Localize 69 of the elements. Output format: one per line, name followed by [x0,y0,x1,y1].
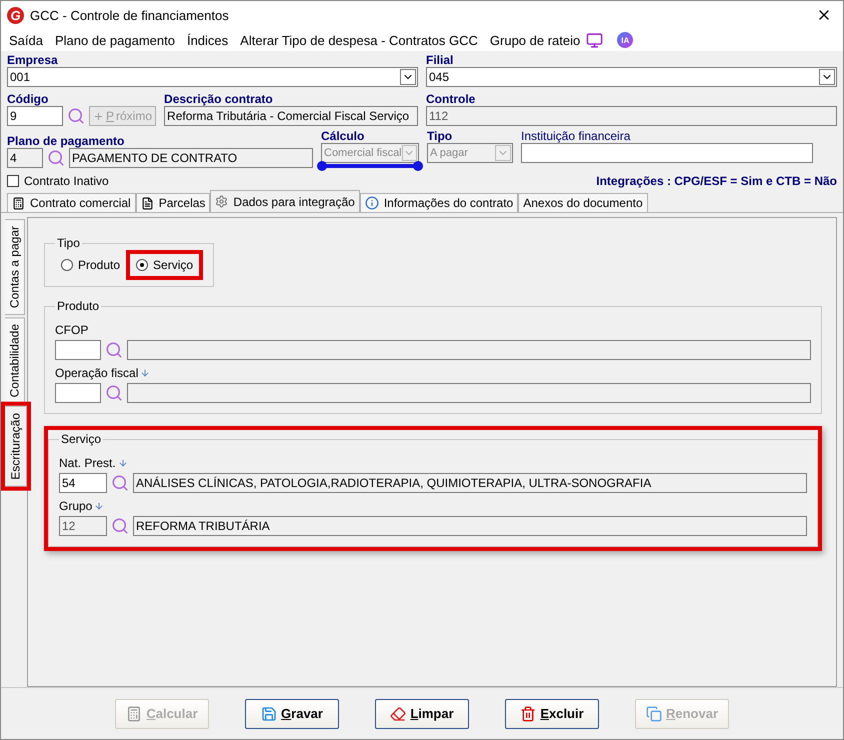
menu-item[interactable]: Saída [3,32,49,48]
integration-status: Integrações : CPG/ESF = Sim e CTB = Não [596,174,837,188]
action-button[interactable]: Excluir [505,698,599,728]
side-tab[interactable]: Contas a pagar [5,219,25,316]
code-field[interactable]: 54 [59,473,107,493]
description-field: REFORMA TRIBUTÁRIA [133,516,807,536]
cfop-field[interactable] [55,340,101,360]
description-field: ANÁLISES CLÍNICAS, PATOLOGIA,RADIOTERAPIA, QUIMIOTERAPIA, ULTRA-SONOGRAFIA [133,473,807,493]
code-field[interactable]: 4 [7,148,43,168]
description-field: PAGAMENTO DE CONTRATO [69,148,313,168]
menu-item[interactable]: Grupo de rateio [484,32,586,48]
group-title: Produto [56,299,100,313]
code-field[interactable]: 9 [7,106,63,126]
window-title: GCC - Controle de financiamentos [30,8,230,22]
field-label: Filial [426,53,454,67]
calculator-icon [126,706,142,722]
search-icon[interactable] [105,341,123,359]
document-icon [140,196,154,210]
field-label: Descrição contrato [164,92,274,106]
gear-icon [215,195,228,208]
trash-icon [520,706,536,722]
tab[interactable]: Dados para integração [210,190,360,212]
field-label: Instituição financeira [521,129,632,143]
menu-item[interactable]: Índices [180,32,234,48]
arrow-down-icon [140,368,150,378]
monitor-icon[interactable] [586,32,604,48]
arrow-down-icon [94,501,104,511]
filial-combo[interactable]: 045 [426,67,837,87]
search-icon[interactable] [67,107,85,125]
field-label: Controle [426,92,476,106]
field-label: Grupo [59,499,104,513]
search-icon[interactable] [111,517,129,535]
field-label: Nat. Prest. [59,456,128,470]
tab[interactable]: Anexos do documento [518,193,648,212]
search-icon[interactable] [105,384,123,402]
ia-badge[interactable]: IA [617,32,634,48]
side-tab[interactable]: Contabilidade [5,317,25,404]
app-logo: G [7,6,24,24]
group-title: Serviço [60,432,102,446]
menu-item[interactable]: Plano de pagamento [48,32,181,48]
tab[interactable]: Contrato comercial [7,193,136,212]
control-field: 112 [426,106,837,126]
search-icon[interactable] [47,149,65,167]
field-label: Operação fiscal [55,366,150,380]
field-label: Plano de pagamento [7,134,126,148]
field-label: Código [7,92,50,106]
group-title: Tipo [56,236,81,250]
field-label: Empresa [7,53,59,67]
empresa-combo[interactable]: 001 [7,67,418,87]
save-icon [261,706,278,722]
field-label: Cálculo [321,129,366,143]
action-button[interactable]: Limpar [375,698,469,728]
copy-icon [646,706,662,722]
arrow-down-icon [118,458,128,468]
tab[interactable]: Informações do contrato [360,193,518,212]
search-icon[interactable] [111,474,129,492]
tab[interactable]: Parcelas [136,193,210,212]
radio-option[interactable]: Produto [55,254,126,276]
info-icon [364,196,379,210]
field-label: Tipo [427,129,454,143]
menu-item[interactable]: Alterar Tipo de despesa - Contratos GCC [234,32,484,48]
plus-icon [93,110,104,122]
description-field: Reforma Tributária - Comercial Fiscal Serviço [164,106,418,126]
action-button[interactable]: Gravar [245,698,339,728]
field-label: CFOP [55,323,88,337]
institution-field[interactable] [521,143,813,163]
eraser-icon [390,706,406,722]
operation-field[interactable] [55,383,101,403]
calculator-icon [12,196,25,210]
